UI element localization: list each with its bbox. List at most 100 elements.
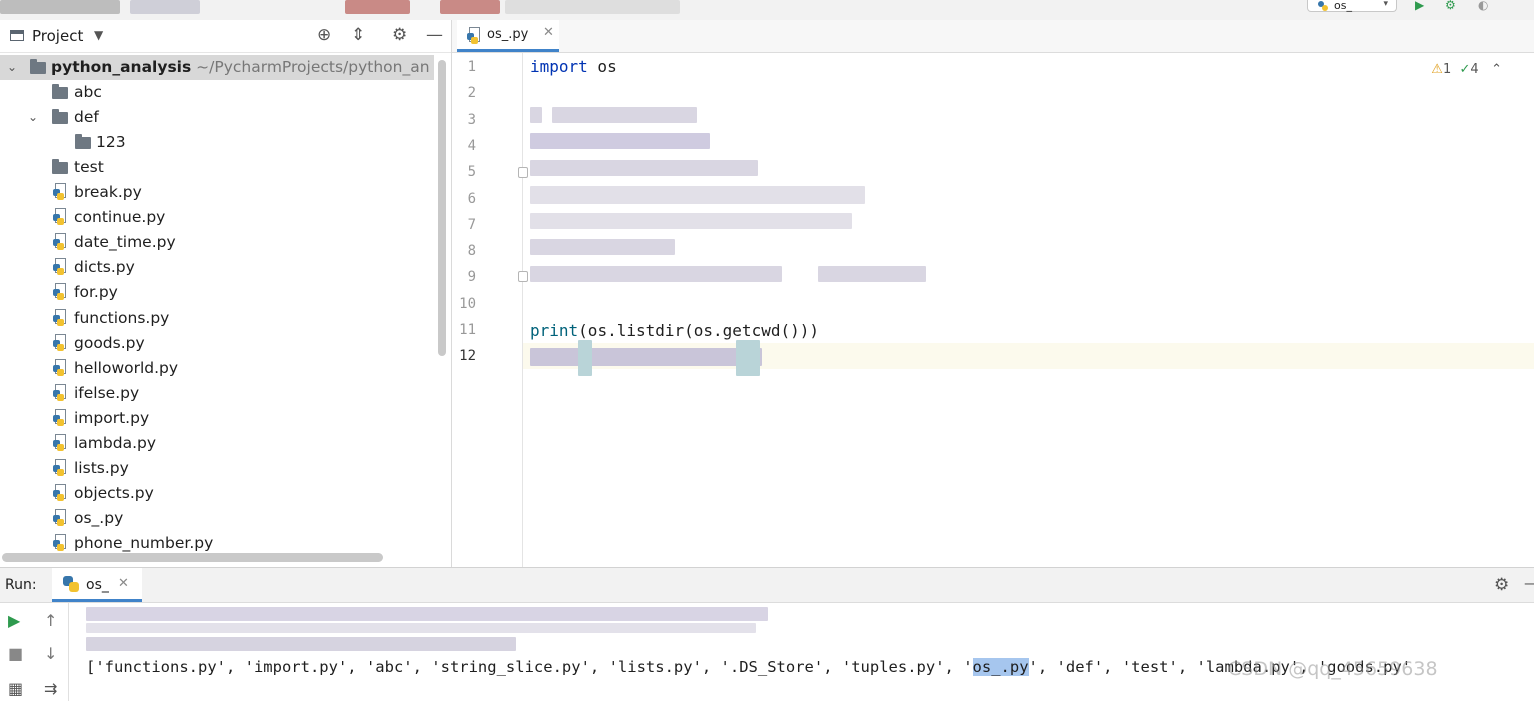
python-file-icon bbox=[53, 459, 67, 477]
stop-icon[interactable]: ■ bbox=[8, 646, 23, 662]
run-tab-os[interactable]: os_ ✕ bbox=[52, 568, 142, 602]
hide-icon[interactable]: — bbox=[1524, 574, 1534, 592]
run-toolbar: ▶ ↑ ■ ↓ ▦ ⇉ bbox=[0, 603, 69, 701]
blurred-code bbox=[552, 107, 697, 123]
tree-file[interactable]: objects.py bbox=[0, 481, 434, 506]
editor-panel: os_.py ✕ 1 2 3 4 5 6 7 8 9 10 11 12 import os print… bbox=[452, 20, 1534, 567]
blurred-title bbox=[440, 0, 500, 14]
blurred-code bbox=[530, 133, 710, 149]
python-file-icon bbox=[53, 233, 67, 251]
blurred-code bbox=[530, 213, 852, 229]
run-label: Run: bbox=[5, 577, 37, 593]
tree-item-label: lists.py bbox=[74, 459, 129, 478]
blurred-code bbox=[530, 239, 675, 255]
project-window-icon bbox=[10, 30, 24, 41]
tree-item-label: ifelse.py bbox=[74, 383, 140, 402]
root-name: python_analysis bbox=[51, 58, 192, 76]
rerun-icon[interactable]: ▶ bbox=[8, 613, 20, 629]
blurred-code bbox=[578, 340, 592, 376]
line-number-gutter: 1 2 3 4 5 6 7 8 9 10 11 12 bbox=[452, 53, 528, 567]
run-icon[interactable]: ▶ bbox=[1415, 0, 1424, 11]
tree-item-label: break.py bbox=[74, 183, 142, 201]
python-file-icon bbox=[53, 258, 67, 276]
inspection-widget[interactable]: ⚠1 ✓4 ⌃ bbox=[1431, 62, 1502, 77]
output-highlight: os_.py bbox=[972, 658, 1029, 676]
scroll-down-icon[interactable]: ↓ bbox=[44, 646, 57, 662]
tree-file[interactable]: dicts.py bbox=[0, 255, 434, 280]
soft-wrap-icon[interactable]: ⇉ bbox=[44, 681, 57, 697]
check-icon: ✓ bbox=[1459, 62, 1471, 77]
tree-item-label: lambda.py bbox=[74, 434, 157, 452]
tree-folder[interactable]: test bbox=[0, 155, 434, 180]
typo-count: 4 bbox=[1470, 62, 1479, 77]
tree-file[interactable]: functions.py bbox=[0, 306, 434, 331]
tree-file[interactable]: helloworld.py bbox=[0, 356, 434, 381]
tree-file[interactable]: lambda.py bbox=[0, 431, 434, 456]
vertical-scrollbar[interactable] bbox=[438, 60, 446, 356]
coverage-icon[interactable]: ◐ bbox=[1478, 0, 1488, 11]
tree-file[interactable]: goods.py bbox=[0, 331, 434, 356]
tree-item-label: for.py bbox=[74, 283, 118, 302]
tree-file[interactable]: for.py bbox=[0, 280, 434, 305]
tree-file[interactable]: continue.py bbox=[0, 205, 434, 230]
run-tab-label: os_ bbox=[86, 577, 109, 593]
fold-marker-icon[interactable] bbox=[518, 167, 528, 178]
locate-icon[interactable]: ⊕ bbox=[317, 25, 331, 45]
chevron-down-icon: ▾ bbox=[1383, 0, 1388, 9]
chevron-down-icon[interactable]: ▼ bbox=[94, 28, 103, 42]
python-file-icon bbox=[53, 534, 67, 552]
tree-file[interactable]: break.py bbox=[0, 180, 434, 205]
folder-icon bbox=[75, 134, 91, 149]
blurred-code bbox=[736, 340, 760, 376]
close-icon[interactable]: ✕ bbox=[118, 576, 129, 591]
hide-icon[interactable]: — bbox=[426, 25, 443, 45]
python-icon bbox=[63, 576, 79, 592]
run-config-dropdown[interactable]: os_ ▾ bbox=[1307, 0, 1397, 12]
blurred-code bbox=[530, 107, 542, 123]
tree-file[interactable]: import.py bbox=[0, 406, 434, 431]
tree-item-label: functions.py bbox=[74, 308, 170, 327]
blurred-output bbox=[86, 623, 756, 633]
blurred-title bbox=[505, 0, 680, 14]
tree-file[interactable]: ifelse.py bbox=[0, 381, 434, 406]
tree-file[interactable]: os_.py bbox=[0, 506, 434, 531]
line-number: 7 bbox=[467, 216, 476, 233]
chevron-down-icon[interactable]: ⌄ bbox=[7, 55, 17, 80]
tree-file[interactable]: date_time.py bbox=[0, 230, 434, 255]
watermark: CSDN @qq_45659638 bbox=[1228, 658, 1438, 680]
blurred-output bbox=[86, 637, 516, 651]
python-file-icon bbox=[53, 358, 67, 376]
gear-icon[interactable]: ⚙ bbox=[1494, 575, 1509, 595]
chevron-up-icon[interactable]: ⌃ bbox=[1491, 62, 1502, 77]
console-result-line: ['functions.py', 'import.py', 'abc', 'st… bbox=[86, 658, 1411, 676]
collapse-all-icon[interactable]: ⇕ bbox=[351, 25, 365, 45]
tree-file[interactable]: lists.py bbox=[0, 456, 434, 481]
debug-icon[interactable]: ⚙ bbox=[1445, 0, 1456, 11]
tree-item-label: goods.py bbox=[74, 333, 145, 352]
project-view-selector[interactable]: Project bbox=[32, 27, 83, 45]
gear-icon[interactable]: ⚙ bbox=[392, 25, 407, 45]
tree-folder[interactable]: 123 bbox=[0, 130, 434, 155]
horizontal-scrollbar[interactable] bbox=[2, 553, 383, 562]
python-file-icon bbox=[53, 434, 67, 451]
console-output[interactable]: ['functions.py', 'import.py', 'abc', 'st… bbox=[86, 603, 1526, 701]
layout-icon[interactable]: ▦ bbox=[8, 681, 23, 697]
tab-os-py[interactable]: os_.py ✕ bbox=[457, 20, 559, 52]
tree-root[interactable]: ⌄ python_analysis ~/PycharmProjects/pyth… bbox=[0, 55, 434, 80]
line-number: 11 bbox=[459, 322, 476, 338]
line-number: 3 bbox=[467, 111, 476, 128]
run-header: Run: os_ ✕ ⚙ — bbox=[0, 568, 1534, 603]
blurred-title bbox=[0, 0, 120, 14]
fold-marker-icon[interactable] bbox=[518, 271, 528, 282]
folder-icon bbox=[30, 59, 46, 74]
python-file-icon bbox=[467, 27, 481, 44]
line-number: 6 bbox=[467, 190, 476, 207]
python-file-icon bbox=[53, 333, 67, 351]
close-icon[interactable]: ✕ bbox=[543, 25, 554, 40]
tree-folder[interactable]: abc bbox=[0, 80, 434, 105]
tree-folder[interactable]: ⌄ def bbox=[0, 105, 434, 130]
chevron-down-icon[interactable]: ⌄ bbox=[28, 105, 38, 130]
scroll-up-icon[interactable]: ↑ bbox=[44, 613, 57, 629]
tree-item-label: helloworld.py bbox=[74, 358, 179, 377]
line-number: 5 bbox=[467, 164, 476, 181]
